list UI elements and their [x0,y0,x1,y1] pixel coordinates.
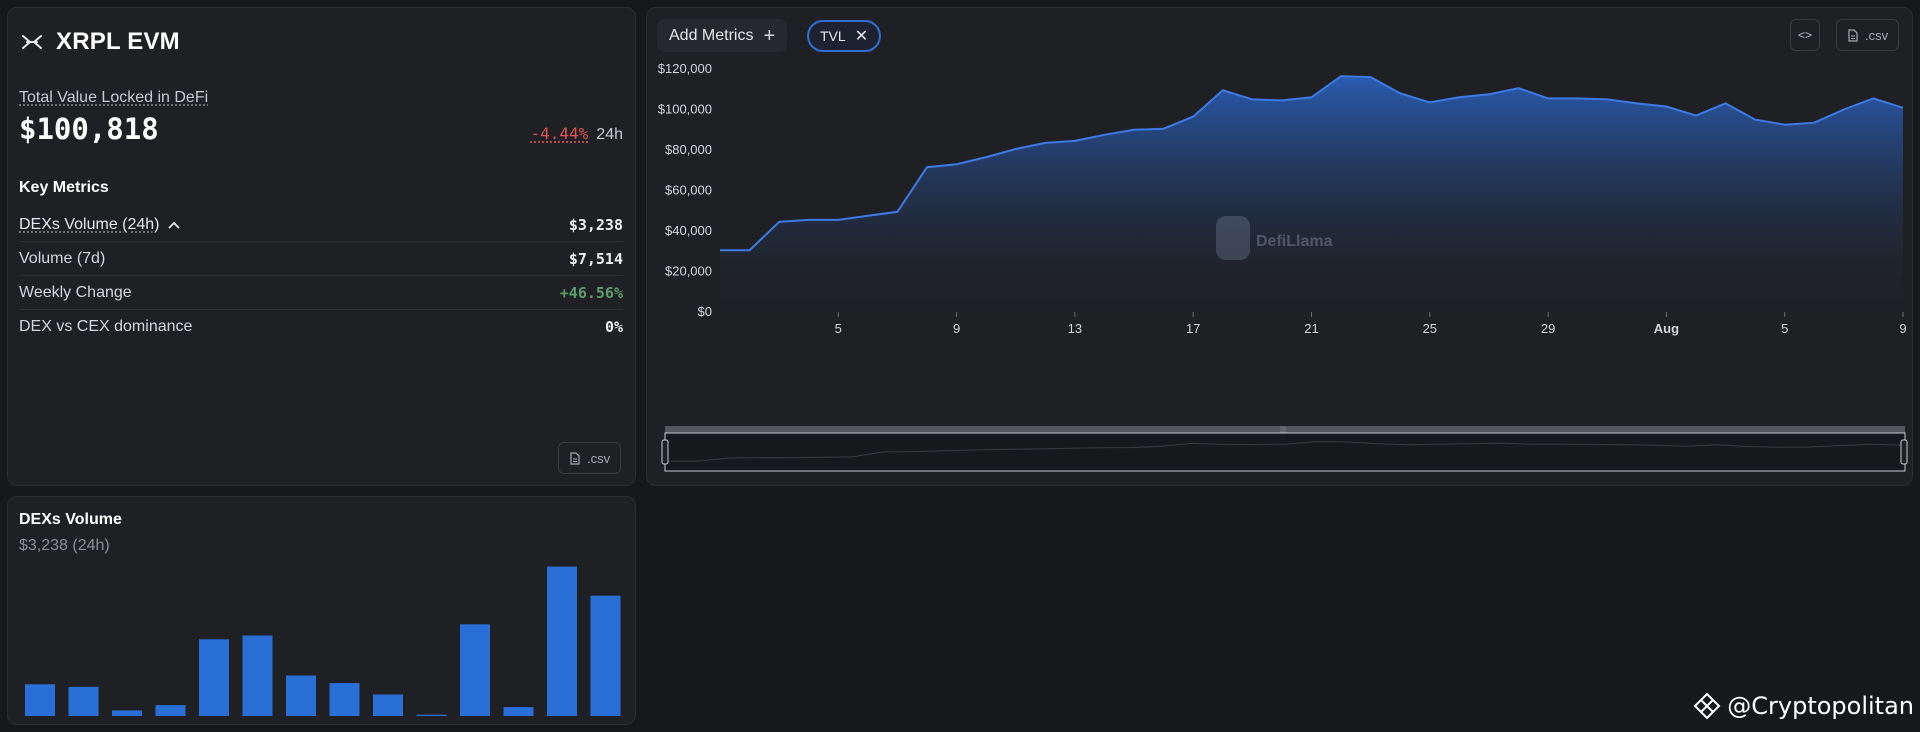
dex-volume-bar[interactable] [242,635,273,717]
dex-volume-bar[interactable] [286,675,316,717]
range-slider-window[interactable] [664,432,1906,472]
tvl-change-period: 24h [596,126,623,143]
dex-volume-bar[interactable] [373,694,403,717]
dex-volume-bar[interactable] [416,714,447,716]
tvl-value: $100,818 [19,112,159,146]
xrpl-x-icon [22,35,42,49]
dex-volume-bar[interactable] [25,684,55,716]
tvl-label[interactable]: Total Value Locked in DeFi [19,89,208,107]
dex-volume-bar[interactable] [199,639,229,716]
range-slider[interactable]: ⦙⦙⦙ [661,426,1908,472]
tvl-area-fill [720,76,1903,312]
y-tick-label: $80,000 [665,142,712,157]
protocol-name: XRPL EVM [56,28,180,55]
x-axis: 5 9 13 17 21 25 29 Aug 5 9 [835,312,1907,336]
y-axis: $0 $20,000 $40,000 $60,000 $80,000 $100,000 $1… [658,61,712,319]
metric-row-volume-7d: Volume (7d) $7,514 [19,242,623,276]
metric-value: 0% [604,318,623,336]
csv-label: .csv [587,450,611,466]
x-tick-label: 29 [1541,321,1555,336]
tvl-chart-panel: Add Metrics + TVL ✕ <> .csv $0 $20,000 $40… [646,7,1913,486]
metric-row-dex-volume-24h[interactable]: DEXs Volume (24h) $3,238 [19,208,623,242]
range-slider-right-handle[interactable] [1900,439,1908,465]
defillama-logo-icon [1216,216,1250,260]
x-tick-label: 21 [1304,321,1318,336]
x-tick-label: Aug [1654,321,1679,336]
binance-diamond-icon [1693,692,1721,720]
protocol-header: XRPL EVM [20,28,180,56]
metric-value: $7,514 [568,249,623,268]
dex-volume-chart [25,566,621,717]
overview-panel: XRPL EVM Total Value Locked in DeFi $100… [7,7,636,486]
metric-label: Volume (7d) [19,249,106,267]
dex-volume-bar[interactable] [503,707,534,716]
file-icon [570,451,580,465]
csv-download-button[interactable]: .csv [558,442,622,474]
key-metrics-title: Key Metrics [19,179,109,196]
metric-label: Weekly Change [19,283,132,301]
y-tick-label: $120,000 [658,61,712,76]
dex-volume-bar[interactable] [590,595,621,716]
dex-volume-bar[interactable] [155,705,186,716]
x-tick-label: 9 [953,321,960,336]
y-tick-label: $100,000 [658,102,712,117]
range-slider-left-handle[interactable] [661,439,669,465]
metric-value: $3,238 [568,215,623,234]
metric-label: DEXs Volume (24h) [19,216,180,234]
dex-volume-bar[interactable] [68,686,99,716]
tvl-change-pct: -4.44% [530,124,589,143]
dex-volume-panel: DEXs Volume $3,238 (24h) [7,496,636,725]
tvl-area-chart: $0 $20,000 $40,000 $60,000 $80,000 $100,000 $1… [658,61,1908,472]
y-tick-label: $40,000 [665,223,712,238]
x-tick-label: 5 [1781,321,1788,336]
metric-value: +46.56% [559,283,623,302]
dex-volume-bar[interactable] [460,624,490,716]
cryptopolitan-watermark: @Cryptopolitan [1693,692,1914,720]
brand-text: @Cryptopolitan [1727,692,1914,720]
tvl-change: -4.44% 24h [531,124,624,144]
y-tick-label: $0 [698,304,712,319]
dex-volume-bar[interactable] [112,710,142,716]
defillama-watermark-text: DefiLlama [1256,233,1333,250]
y-tick-label: $20,000 [665,264,712,279]
y-tick-label: $60,000 [665,183,712,198]
chevron-up-icon[interactable] [167,221,180,229]
x-tick-label: 17 [1186,321,1200,336]
dex-volume-bar[interactable] [547,566,577,716]
x-tick-label: 13 [1068,321,1082,336]
dex-volume-bar[interactable] [329,683,360,716]
metric-label: DEX vs CEX dominance [19,318,193,335]
x-tick-label: 5 [835,321,842,336]
metric-row-weekly-change: Weekly Change +46.56% [19,276,623,310]
x-tick-label: 9 [1899,321,1906,336]
metric-row-dex-cex-dominance: DEX vs CEX dominance 0% [19,310,623,344]
x-tick-label: 25 [1423,321,1437,336]
